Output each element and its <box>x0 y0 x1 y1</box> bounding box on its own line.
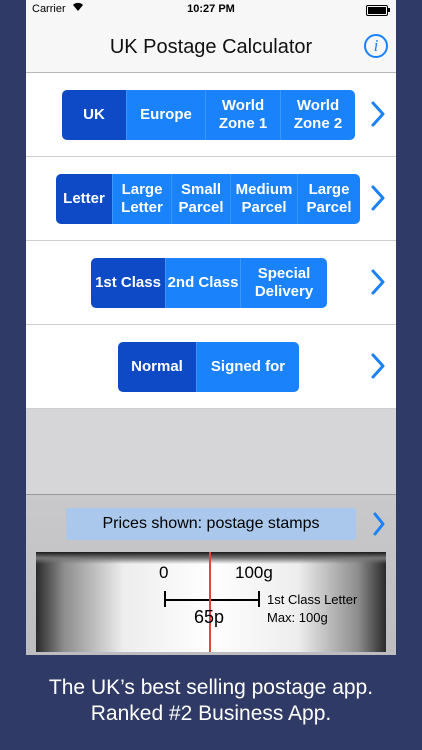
segment-2nd-class[interactable]: 2nd Class <box>165 258 240 308</box>
clock: 10:27 PM <box>187 3 235 15</box>
segment-large-parcel[interactable]: Large Parcel <box>297 174 360 224</box>
destination-row[interactable]: UK Europe World Zone 1 World Zone 2 <box>26 73 396 157</box>
segment-medium-parcel[interactable]: Medium Parcel <box>230 174 297 224</box>
battery-icon <box>366 5 390 16</box>
segment-1st-class[interactable]: 1st Class <box>91 258 165 308</box>
scale-shade <box>36 552 386 564</box>
chevron-right-icon[interactable] <box>370 351 386 381</box>
chevron-right-icon[interactable] <box>372 511 386 537</box>
scale-ruler <box>164 599 260 601</box>
chevron-right-icon[interactable] <box>370 183 386 213</box>
scale-needle <box>209 552 211 652</box>
postage-service-label: 1st Class Letter <box>267 592 358 607</box>
phone-screen: Carrier 10:27 PM UK Postage Calculator i… <box>26 0 396 655</box>
service-segmented-control[interactable]: 1st Class 2nd Class Special Delivery <box>91 258 327 308</box>
segment-europe[interactable]: Europe <box>126 90 205 140</box>
segment-special-delivery[interactable]: Special Delivery <box>240 258 327 308</box>
caption-line-2: Ranked #2 Business App. <box>90 702 332 725</box>
segment-small-parcel[interactable]: Small Parcel <box>171 174 230 224</box>
signature-row[interactable]: Normal Signed for <box>26 325 396 409</box>
format-segmented-control[interactable]: Letter Large Letter Small Parcel Medium … <box>56 174 360 224</box>
postage-description: 1st Class Letter Max: 100g <box>267 591 357 627</box>
destination-segmented-control[interactable]: UK Europe World Zone 1 World Zone 2 <box>62 90 355 140</box>
segment-normal[interactable]: Normal <box>118 342 196 392</box>
prices-shown-button[interactable]: Prices shown: postage stamps <box>66 508 356 540</box>
status-bar: Carrier 10:27 PM <box>26 0 396 20</box>
format-row[interactable]: Letter Large Letter Small Parcel Medium … <box>26 157 396 241</box>
scale-ruler-left-tick <box>164 591 166 607</box>
service-row[interactable]: 1st Class 2nd Class Special Delivery <box>26 241 396 325</box>
page-title: UK Postage Calculator <box>109 36 313 58</box>
segment-uk[interactable]: UK <box>62 90 126 140</box>
info-icon[interactable]: i <box>364 34 388 58</box>
navigation-bar: UK Postage Calculator i <box>26 20 396 73</box>
promo-caption: The UK’s best selling postage app. Ranke… <box>0 675 422 727</box>
segment-world-zone-1[interactable]: World Zone 1 <box>205 90 280 140</box>
chevron-right-icon[interactable] <box>370 99 386 129</box>
segment-world-zone-2[interactable]: World Zone 2 <box>280 90 355 140</box>
segment-large-letter[interactable]: Large Letter <box>112 174 171 224</box>
scale-max-label: 100g <box>235 563 273 582</box>
scale-ruler-right-tick <box>258 591 260 607</box>
empty-area <box>26 410 396 494</box>
scale-min-label: 0 <box>159 563 169 582</box>
signature-segmented-control[interactable]: Normal Signed for <box>118 342 299 392</box>
weight-scale: 0 100g 65p 1st Class Letter Max: 100g <box>36 552 386 652</box>
caption-line-1: The UK’s best selling postage app. <box>48 676 374 699</box>
segment-letter[interactable]: Letter <box>56 174 112 224</box>
postage-price: 65p <box>194 607 225 627</box>
postage-max-weight: Max: 100g <box>267 610 328 625</box>
chevron-right-icon[interactable] <box>370 267 386 297</box>
result-panel: Prices shown: postage stamps 0 100g 65p … <box>26 494 396 655</box>
segment-signed-for[interactable]: Signed for <box>196 342 299 392</box>
